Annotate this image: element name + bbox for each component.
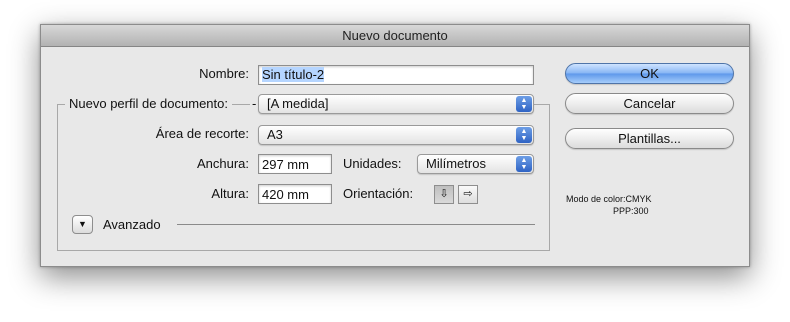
ok-button[interactable]: OK: [565, 63, 734, 84]
artboard-label: Área de recorte:: [155, 126, 249, 141]
disclosure-triangle-icon: ▼: [78, 219, 87, 229]
height-label: Altura:: [211, 186, 249, 201]
landscape-orientation-button[interactable]: ⇨: [458, 185, 478, 204]
artboard-value: A3: [267, 127, 283, 142]
units-popup[interactable]: Milímetros ▲ ▼: [417, 154, 534, 174]
profile-label: Nuevo perfil de documento:: [65, 96, 232, 111]
advanced-disclosure-button[interactable]: ▼: [72, 215, 93, 234]
advanced-divider: [177, 224, 535, 225]
templates-button[interactable]: Plantillas...: [565, 128, 734, 149]
units-value: Milímetros: [426, 156, 486, 171]
height-field[interactable]: [258, 184, 332, 204]
popup-arrows-icon: ▲ ▼: [516, 127, 532, 143]
name-field[interactable]: Sin título-2: [258, 65, 534, 85]
name-value: Sin título-2: [262, 67, 325, 82]
orientation-label: Orientación:: [343, 186, 414, 201]
popup-arrows-icon: ▲ ▼: [516, 156, 532, 172]
profile-popup[interactable]: [A medida] ▲ ▼: [258, 94, 534, 114]
dialog-title: Nuevo documento: [41, 25, 749, 47]
units-label: Unidades:: [343, 156, 402, 171]
name-label: Nombre:: [199, 66, 249, 81]
portrait-orientation-button[interactable]: ⇩: [434, 185, 454, 204]
portrait-orientation-icon: ⇩: [439, 188, 449, 200]
popup-arrows-icon: ▲ ▼: [516, 96, 532, 112]
artboard-popup[interactable]: A3 ▲ ▼: [258, 125, 534, 145]
new-document-dialog: Nuevo documento Nombre: Sin título-2 Nue…: [40, 24, 750, 267]
landscape-orientation-icon: ⇨: [463, 188, 473, 200]
ppi-info: PPP:300: [613, 206, 649, 216]
color-mode-info: Modo de color:CMYK: [566, 194, 652, 204]
width-field[interactable]: [258, 154, 332, 174]
advanced-label: Avanzado: [103, 217, 161, 232]
width-label: Anchura:: [196, 156, 249, 171]
cancel-button[interactable]: Cancelar: [565, 93, 734, 114]
profile-value: [A medida]: [267, 96, 329, 111]
